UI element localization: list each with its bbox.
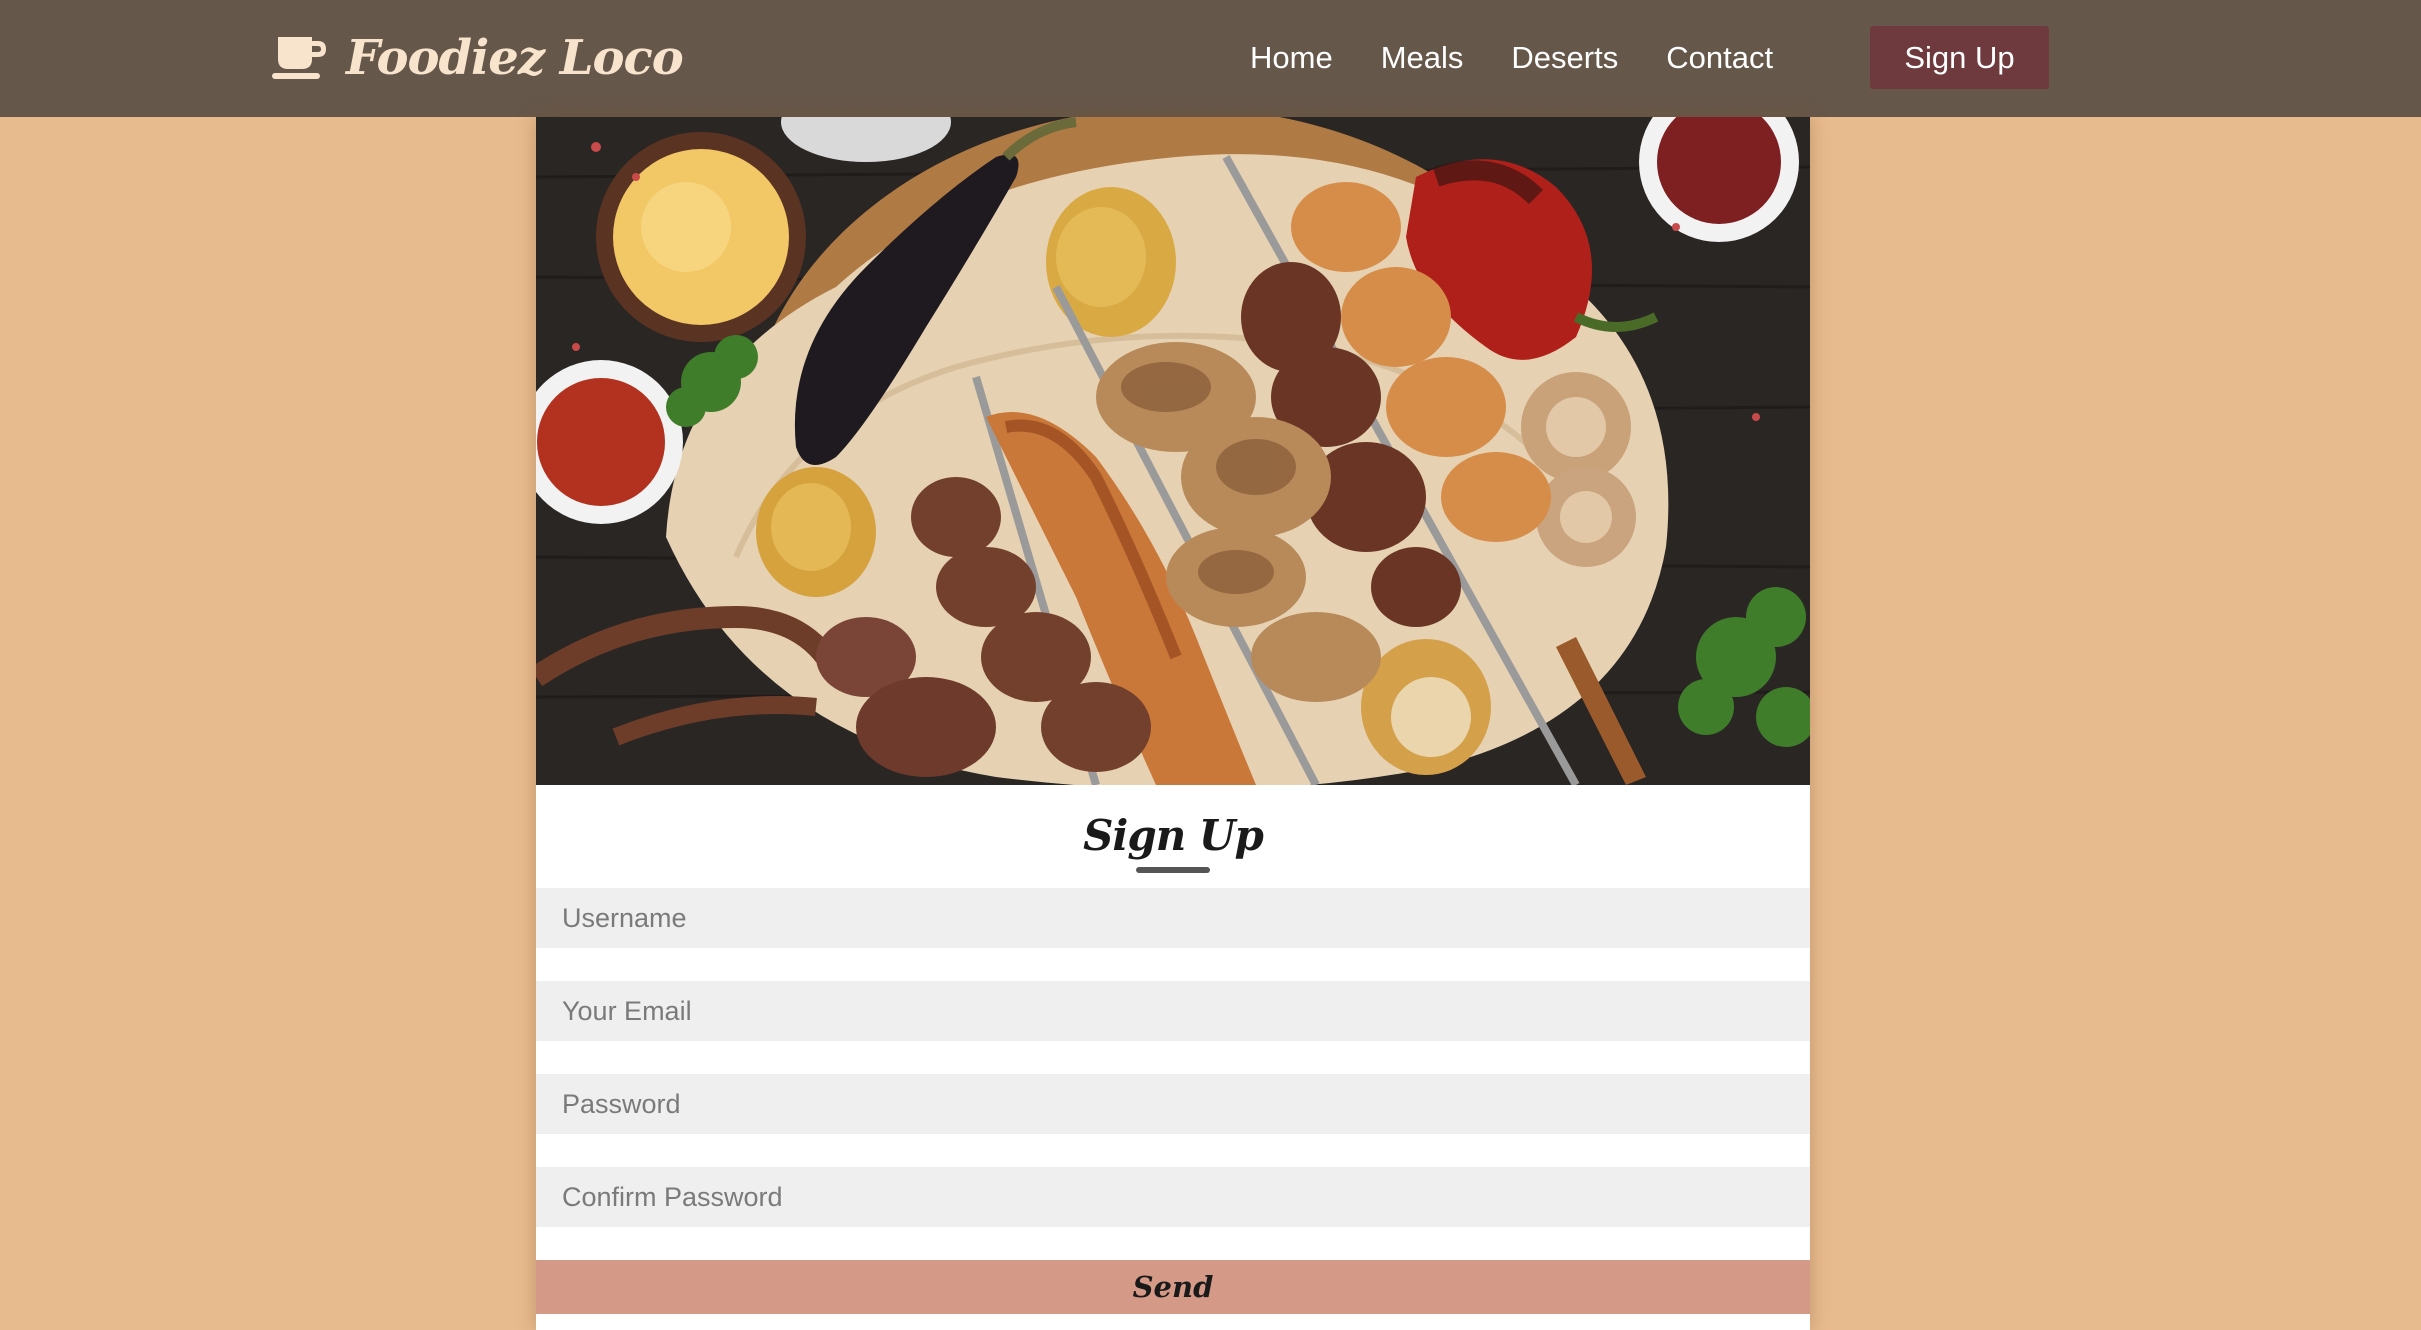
nav-link-deserts[interactable]: Deserts xyxy=(1511,40,1618,76)
navbar: Foodiez Loco Home Meals Deserts Contact … xyxy=(0,0,2421,117)
signup-card: Sign Up Send xyxy=(536,117,1810,1330)
brand-name: Foodiez Loco xyxy=(346,30,684,86)
nav-link-home[interactable]: Home xyxy=(1250,40,1333,76)
email-input[interactable] xyxy=(536,981,1810,1041)
password-input[interactable] xyxy=(536,1074,1810,1134)
nav-signup-button[interactable]: Sign Up xyxy=(1870,26,2049,89)
confirm-password-input[interactable] xyxy=(536,1167,1810,1227)
brand-link[interactable]: Foodiez Loco xyxy=(272,28,684,88)
send-button[interactable]: Send xyxy=(536,1260,1810,1314)
nav-link-contact[interactable]: Contact xyxy=(1666,40,1773,76)
form-title: Sign Up xyxy=(1083,811,1264,860)
title-underline xyxy=(1136,867,1210,873)
nav-link-meals[interactable]: Meals xyxy=(1381,40,1464,76)
username-input[interactable] xyxy=(536,888,1810,948)
hero-food-image xyxy=(536,117,1810,785)
nav-links: Home Meals Deserts Contact xyxy=(1250,26,1821,90)
coffee-cup-icon xyxy=(272,37,326,79)
